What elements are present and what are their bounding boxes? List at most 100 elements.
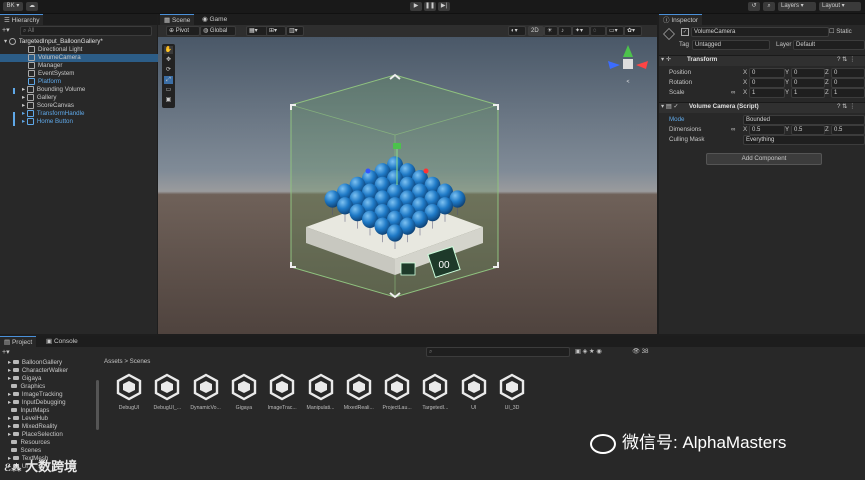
- scale-z-field[interactable]: 1: [831, 88, 865, 98]
- scene-asset[interactable]: ProjectLau...: [380, 373, 414, 411]
- folder-item[interactable]: ▸ Gigaya: [0, 375, 98, 383]
- hierarchy-item-selected[interactable]: VolumeCamera: [0, 54, 184, 62]
- cloud-icon[interactable]: ☁: [26, 2, 38, 11]
- static-checkbox[interactable]: ☐ Static: [829, 27, 852, 36]
- snap-icon[interactable]: ⊞▾: [266, 26, 286, 36]
- toggle-2d-button[interactable]: 2D: [528, 26, 544, 36]
- scene-asset[interactable]: ImageTrac...: [265, 373, 299, 411]
- hierarchy-item-prefab[interactable]: ▸ TransformHandle: [0, 110, 178, 118]
- add-component-button[interactable]: Add Component: [706, 153, 822, 165]
- hierarchy-item[interactable]: ▸ Gallery: [0, 94, 178, 102]
- add-icon[interactable]: +▾: [2, 26, 10, 34]
- dimension-y-field[interactable]: 0.5: [791, 125, 825, 135]
- effects-icon[interactable]: ✦▾: [572, 26, 590, 36]
- rect-tool-icon[interactable]: ▭: [164, 86, 173, 94]
- dimension-x-field[interactable]: 0.5: [749, 125, 785, 135]
- history-icon[interactable]: ↺: [748, 2, 760, 11]
- lighting-icon[interactable]: ☀: [544, 26, 558, 36]
- tab-console[interactable]: ▣ Console: [42, 336, 82, 347]
- link-icon[interactable]: ∞: [731, 125, 735, 134]
- account-dropdown[interactable]: BK ▾: [3, 2, 23, 11]
- folder-item[interactable]: InputMaps: [0, 407, 98, 415]
- search-icon[interactable]: ⌕: [763, 2, 775, 11]
- component-menu-icon[interactable]: ? ⇅ ⋮: [837, 102, 855, 111]
- audio-icon[interactable]: ♪: [558, 26, 572, 36]
- scene-asset[interactable]: UI_3D: [495, 373, 529, 411]
- scene-asset[interactable]: Manipulati...: [304, 373, 338, 411]
- hierarchy-item-prefab[interactable]: Platform: [0, 78, 184, 86]
- folder-item[interactable]: Scenes: [0, 447, 98, 455]
- hierarchy-item[interactable]: ▸ Bounding Volume: [0, 86, 178, 94]
- component-menu-icon[interactable]: ? ⇅ ⋮: [837, 55, 855, 64]
- pivot-dropdown[interactable]: ⊕ Pivot: [166, 26, 200, 36]
- scrollbar[interactable]: [96, 380, 99, 430]
- position-x-field[interactable]: 0: [749, 68, 785, 78]
- scene-asset[interactable]: TargetedI...: [418, 373, 452, 411]
- pause-button[interactable]: ❚❚: [424, 2, 436, 11]
- play-button[interactable]: ▶: [410, 2, 422, 11]
- folder-item[interactable]: ▸ PlaceSelection: [0, 431, 98, 439]
- filter-icons[interactable]: ▣ ◈ ★ ◉: [575, 347, 602, 356]
- folder-item[interactable]: ▸ LevelHub: [0, 415, 98, 423]
- hidden-icon[interactable]: ◌: [590, 26, 606, 36]
- camera-icon[interactable]: ▭▾: [606, 26, 624, 36]
- scene-asset[interactable]: UI: [457, 373, 491, 411]
- balloon[interactable]: [387, 224, 403, 242]
- increment-icon[interactable]: ▥▾: [286, 26, 304, 36]
- layout-dropdown[interactable]: Layout ▾: [819, 2, 861, 11]
- tab-inspector[interactable]: ⓘ Inspector: [659, 14, 703, 26]
- scale-tool-icon[interactable]: ⤢: [164, 76, 173, 84]
- tab-game[interactable]: ◉ Game: [198, 14, 231, 25]
- breadcrumb-root[interactable]: Assets: [104, 358, 123, 365]
- hand-tool-icon[interactable]: ✋: [164, 46, 173, 54]
- object-name-field[interactable]: VolumeCamera: [691, 27, 829, 37]
- scene-asset[interactable]: DynamicVo...: [189, 373, 223, 411]
- folder-item[interactable]: ▸ ImageTracking: [0, 391, 98, 399]
- active-checkbox[interactable]: ✓: [681, 28, 689, 36]
- hierarchy-item[interactable]: Manager: [0, 62, 184, 70]
- link-icon[interactable]: ∞: [731, 88, 735, 97]
- dimension-z-field[interactable]: 0.5: [831, 125, 865, 135]
- rotation-z-field[interactable]: 0: [831, 78, 865, 88]
- tag-dropdown[interactable]: Untagged: [692, 40, 770, 50]
- script-expand[interactable]: ▾ ▤ ✓: [661, 102, 679, 111]
- tab-project[interactable]: ▤ Project: [0, 336, 37, 348]
- shading-icon[interactable]: ◐▾: [508, 26, 526, 36]
- move-tool-icon[interactable]: ✥: [164, 56, 173, 64]
- gizmos-icon[interactable]: ✿▾: [624, 26, 642, 36]
- create-icon[interactable]: +▾: [2, 348, 10, 356]
- transform-tool-icon[interactable]: ▣: [164, 96, 173, 104]
- scene-root[interactable]: ▾ TargetedInput_BalloonGallery*: [0, 38, 160, 46]
- tab-hierarchy[interactable]: ☰ Hierarchy: [0, 14, 44, 26]
- folder-item[interactable]: ▸ InputDebugging: [0, 399, 98, 407]
- folder-item[interactable]: Graphics: [0, 383, 98, 391]
- scale-x-field[interactable]: 1: [749, 88, 785, 98]
- scene-asset[interactable]: MixedReali...: [342, 373, 376, 411]
- transform-expand[interactable]: ▾ ✛: [661, 55, 671, 64]
- scene-viewport[interactable]: 00 <: [158, 37, 657, 334]
- layer-dropdown[interactable]: Default: [793, 40, 865, 50]
- folder-item[interactable]: ▸ CharacterWalker: [0, 367, 98, 375]
- scale-y-field[interactable]: 1: [791, 88, 825, 98]
- layers-dropdown[interactable]: Layers ▾: [778, 2, 816, 11]
- scene-asset[interactable]: DebugUI: [112, 373, 146, 411]
- project-search-input[interactable]: ⌕: [426, 347, 570, 357]
- global-dropdown[interactable]: ◍ Global: [200, 26, 236, 36]
- hierarchy-item-prefab[interactable]: ▸ Home Button: [0, 118, 178, 126]
- rotation-y-field[interactable]: 0: [791, 78, 825, 88]
- folder-item[interactable]: Resources: [0, 439, 98, 447]
- step-button[interactable]: ▶|: [438, 2, 450, 11]
- hierarchy-item[interactable]: Directional Light: [0, 46, 184, 54]
- folder-item[interactable]: ▸ MixedReality: [0, 423, 98, 431]
- folder-item[interactable]: ▸ BalloonGallery: [0, 359, 98, 367]
- hierarchy-search-input[interactable]: ⌕ All: [20, 26, 152, 36]
- rotate-tool-icon[interactable]: ⟳: [164, 66, 173, 74]
- scene-asset[interactable]: Gigaya: [227, 373, 261, 411]
- mode-dropdown[interactable]: Bounded: [743, 115, 865, 125]
- hierarchy-item[interactable]: EventSystem: [0, 70, 184, 78]
- hierarchy-item[interactable]: ▸ ScoreCanvas: [0, 102, 178, 110]
- breadcrumb-leaf[interactable]: Scenes: [130, 358, 151, 365]
- grid-snap-icon[interactable]: ▦▾: [246, 26, 268, 36]
- position-y-field[interactable]: 0: [791, 68, 825, 78]
- scene-asset[interactable]: DebugUI_...: [150, 373, 184, 411]
